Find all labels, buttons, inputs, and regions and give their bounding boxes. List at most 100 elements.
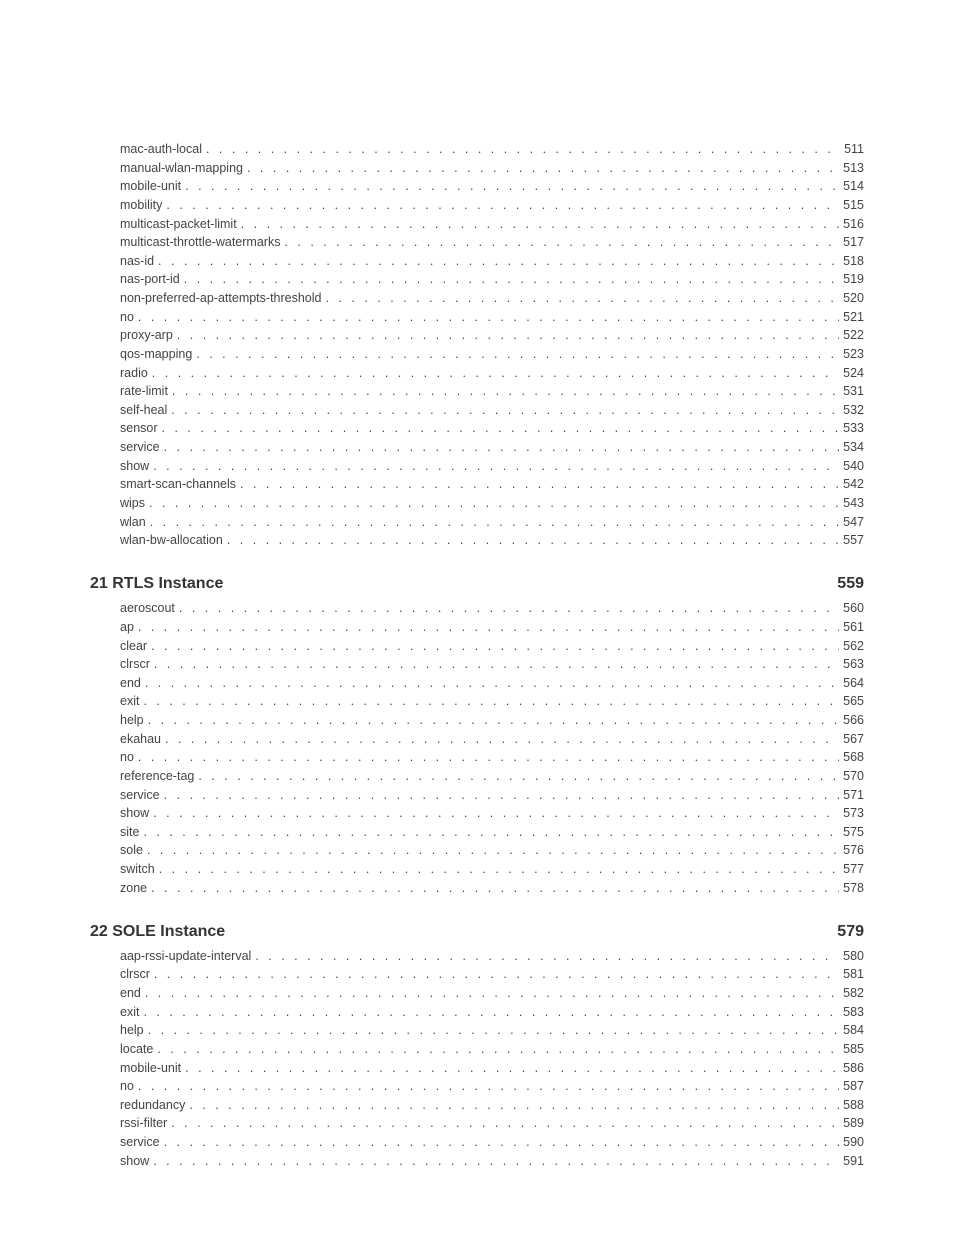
toc-entry: qos-mapping523 [120, 345, 864, 363]
toc-entry-label: non-preferred-ap-attempts-threshold [120, 289, 322, 307]
toc-entry-page: 563 [843, 655, 864, 673]
toc-entry-label: reference-tag [120, 767, 194, 785]
dot-leader [166, 196, 839, 214]
toc-entry: exit565 [120, 692, 864, 710]
dot-leader [157, 1040, 839, 1058]
dot-leader [255, 947, 839, 965]
toc-entry: wips543 [120, 494, 864, 512]
toc-entry: manual-wlan-mapping513 [120, 159, 864, 177]
toc-entry-label: service [120, 786, 160, 804]
toc-entry: service571 [120, 786, 864, 804]
toc-entry-label: no [120, 1077, 134, 1095]
toc-entry-label: ekahau [120, 730, 161, 748]
dot-leader [145, 674, 839, 692]
toc-entry: show573 [120, 804, 864, 822]
dot-leader [148, 1021, 840, 1039]
dot-leader [165, 730, 839, 748]
dot-leader [158, 252, 839, 270]
toc-entry: switch577 [120, 860, 864, 878]
toc-entry: rssi-filter589 [120, 1114, 864, 1132]
dot-leader [143, 1003, 839, 1021]
dot-leader [138, 1077, 839, 1095]
toc-entry-page: 577 [843, 860, 864, 878]
toc-entry-page: 547 [843, 513, 864, 531]
toc-entry: end582 [120, 984, 864, 1002]
toc-entry-label: rate-limit [120, 382, 168, 400]
toc-entry-page: 589 [843, 1114, 864, 1132]
toc-entry: smart-scan-channels542 [120, 475, 864, 493]
toc-entry-label: wlan [120, 513, 146, 531]
toc-entry-label: wlan-bw-allocation [120, 531, 223, 549]
toc-entry: rate-limit 531 [120, 382, 864, 400]
toc-entry-page: 582 [843, 984, 864, 1002]
toc-entry-label: show [120, 457, 149, 475]
dot-leader [185, 177, 839, 195]
toc-entry-label: exit [120, 1003, 139, 1021]
dot-leader [143, 692, 839, 710]
toc-entry: multicast-throttle-watermarks517 [120, 233, 864, 251]
toc-entry: exit583 [120, 1003, 864, 1021]
toc-entry-page: 531 [843, 382, 864, 400]
toc-section: mac-auth-local511manual-wlan-mapping513m… [120, 140, 864, 549]
toc-entry-label: mobile-unit [120, 1059, 181, 1077]
toc-entry-page: 524 [843, 364, 864, 382]
dot-leader [184, 270, 839, 288]
toc-entry-label: service [120, 1133, 160, 1151]
toc-entry: aeroscout560 [120, 599, 864, 617]
toc-entry-label: aeroscout [120, 599, 175, 617]
toc-entry: mobile-unit514 [120, 177, 864, 195]
dot-leader [179, 599, 839, 617]
toc-entry-page: 542 [843, 475, 864, 493]
dot-leader [164, 786, 840, 804]
toc-entry: mobile-unit586 [120, 1059, 864, 1077]
dot-leader [171, 1114, 839, 1132]
toc-entry: mac-auth-local511 [120, 140, 864, 158]
dot-leader [189, 1096, 839, 1114]
dot-leader [138, 748, 839, 766]
toc-section: aap-rssi-update-interval580clrscr581end5… [120, 947, 864, 1170]
toc-entry-label: qos-mapping [120, 345, 192, 363]
dot-leader [151, 637, 839, 655]
toc-entry: no587 [120, 1077, 864, 1095]
toc-entry-label: multicast-packet-limit [120, 215, 237, 233]
toc-entry-page: 518 [843, 252, 864, 270]
dot-leader [159, 860, 839, 878]
toc-entry-page: 514 [843, 177, 864, 195]
toc-entry-page: 562 [843, 637, 864, 655]
toc-entry: reference-tag570 [120, 767, 864, 785]
toc-entry-label: service [120, 438, 160, 456]
toc-entry-label: zone [120, 879, 147, 897]
dot-leader [153, 804, 839, 822]
chapter-title: 21 RTLS Instance [90, 575, 837, 593]
dot-leader [147, 841, 839, 859]
dot-leader [164, 438, 840, 456]
toc-entry-label: clear [120, 637, 147, 655]
toc-entry-label: proxy-arp [120, 326, 173, 344]
dot-leader [198, 767, 839, 785]
toc-entry-page: 575 [843, 823, 864, 841]
dot-leader [154, 655, 839, 673]
toc-entry-page: 588 [843, 1096, 864, 1114]
toc-entry: no521 [120, 308, 864, 326]
toc-entry-page: 513 [843, 159, 864, 177]
toc-entry-page: 568 [843, 748, 864, 766]
toc-entry-label: sole [120, 841, 143, 859]
toc-entry-page: 585 [843, 1040, 864, 1058]
toc-entry-label: show [120, 804, 149, 822]
dot-leader [138, 308, 839, 326]
dot-leader [185, 1059, 839, 1077]
toc-entry-label: show [120, 1152, 149, 1170]
toc-entry-page: 580 [843, 947, 864, 965]
toc-entry: proxy-arp522 [120, 326, 864, 344]
dot-leader [241, 215, 839, 233]
toc-entry: wlan 547 [120, 513, 864, 531]
toc-entry-label: site [120, 823, 139, 841]
toc-entry-page: 519 [843, 270, 864, 288]
toc-entry-label: exit [120, 692, 139, 710]
dot-leader [206, 140, 840, 158]
toc-page: mac-auth-local511manual-wlan-mapping513m… [0, 0, 954, 1230]
toc-section: aeroscout560ap561clear562clrscr563end564… [120, 599, 864, 897]
toc-entry-label: no [120, 748, 134, 766]
toc-entry-page: 566 [843, 711, 864, 729]
toc-entry: nas-port-id519 [120, 270, 864, 288]
